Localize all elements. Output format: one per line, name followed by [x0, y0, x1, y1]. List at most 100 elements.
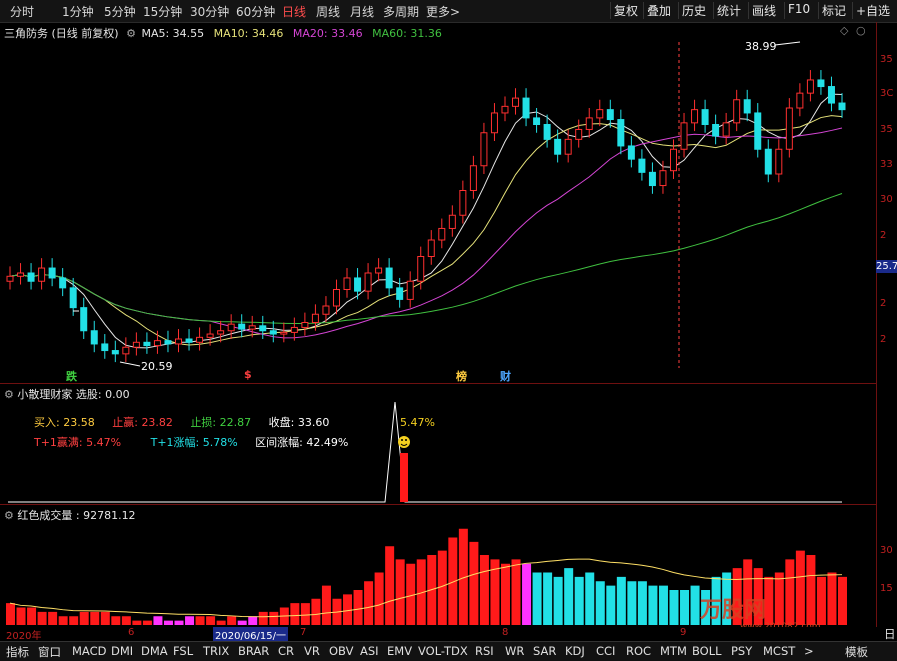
- candle-body: [132, 341, 140, 348]
- volume-bar: [669, 590, 679, 625]
- low-arrow: [119, 361, 141, 367]
- date-label: 8: [502, 627, 509, 638]
- indicator-tab-mtm[interactable]: MTM: [660, 644, 687, 658]
- period-tab-5min[interactable]: 5分钟: [104, 3, 136, 20]
- indicator-tab-emv[interactable]: EMV: [387, 644, 412, 658]
- period-tab-30min[interactable]: 30分钟: [190, 3, 229, 20]
- template-button[interactable]: 模板: [845, 644, 868, 660]
- volume-bar: [532, 572, 542, 625]
- marker-fall[interactable]: 跌: [66, 368, 77, 384]
- indicator-tab-mcst[interactable]: MCST: [763, 644, 795, 658]
- add-watchlist-button[interactable]: +自选: [852, 2, 893, 19]
- volume-bar: [79, 611, 89, 625]
- period-tab-1min[interactable]: 1分钟: [62, 3, 94, 20]
- indicator-tab-trix[interactable]: TRIX: [203, 644, 229, 658]
- candle-body: [48, 267, 56, 279]
- volume-bar: [564, 568, 574, 625]
- stats-button[interactable]: 统计: [713, 2, 744, 19]
- indicator-tab-psy[interactable]: PSY: [731, 644, 752, 658]
- indicator-tab-wr[interactable]: WR: [505, 644, 524, 658]
- volume-bar: [585, 572, 595, 625]
- marker-dollar[interactable]: $: [244, 368, 252, 381]
- date-label: 9: [680, 627, 687, 638]
- panel-divider: [0, 504, 876, 505]
- indicator-tab-cr[interactable]: CR: [278, 644, 294, 658]
- volume-axis-label: 30: [880, 545, 893, 556]
- volume-bar: [374, 572, 384, 625]
- candle-body: [396, 287, 404, 300]
- indicator-tab-vr[interactable]: VR: [304, 644, 320, 658]
- overlay-button[interactable]: 叠加: [643, 2, 674, 19]
- candle-body: [175, 338, 183, 345]
- candle-body: [806, 79, 814, 94]
- indicator-tab-boll[interactable]: BOLL: [692, 644, 722, 658]
- indicator-tab-asi[interactable]: ASI: [360, 644, 379, 658]
- f10-button[interactable]: F10: [784, 2, 813, 19]
- volume-bar: [553, 576, 563, 625]
- marker-rank[interactable]: 榜: [456, 368, 467, 384]
- candle-body: [364, 272, 372, 292]
- volume-bar: [574, 576, 584, 625]
- adjust-button[interactable]: 复权: [610, 2, 641, 19]
- indicator-tab-obv[interactable]: OBV: [329, 644, 353, 658]
- volume-bar: [616, 576, 626, 625]
- period-tab-15min[interactable]: 15分钟: [143, 3, 182, 20]
- period-tab-more[interactable]: 更多>: [426, 3, 460, 20]
- indicator-tab-roc[interactable]: ROC: [626, 644, 651, 658]
- circle-icon[interactable]: ○: [856, 24, 866, 37]
- candle-body: [217, 330, 225, 335]
- chevron-right-icon[interactable]: >: [804, 644, 814, 658]
- volume-bar: [16, 607, 26, 625]
- marker-finance[interactable]: 财: [500, 368, 511, 384]
- volume-bar: [479, 555, 489, 625]
- candle-body: [585, 117, 593, 130]
- candle-body: [817, 79, 825, 88]
- volume-bar: [511, 559, 521, 625]
- history-button[interactable]: 历史: [678, 2, 709, 19]
- indicator-tab-dmi[interactable]: DMI: [111, 644, 133, 658]
- volume-bar: [543, 572, 553, 625]
- indicator-tab-rsi[interactable]: RSI: [475, 644, 494, 658]
- candle-body: [669, 148, 677, 172]
- indicator-tab-macd[interactable]: MACD: [72, 644, 106, 658]
- candle-body: [80, 307, 88, 332]
- volume-bar: [522, 563, 532, 625]
- indicator-tab[interactable]: 指标: [6, 644, 29, 660]
- candle-body: [332, 289, 340, 307]
- candle-body: [490, 112, 498, 134]
- indicator-tab-dma[interactable]: DMA: [141, 644, 168, 658]
- period-tab-daily[interactable]: 日线: [282, 3, 306, 20]
- candle-body: [722, 122, 730, 137]
- volume-bar: [469, 541, 479, 625]
- indicator-tab-cci[interactable]: CCI: [596, 644, 615, 658]
- volume-bar: [364, 581, 374, 625]
- period-tab-multi[interactable]: 多周期: [383, 3, 419, 20]
- draw-line-button[interactable]: 画线: [748, 2, 779, 19]
- indicator-tab-vol-tdx[interactable]: VOL-TDX: [418, 644, 468, 658]
- indicator-tab-kdj[interactable]: KDJ: [565, 644, 585, 658]
- volume-bar: [37, 611, 47, 625]
- diamond-icon[interactable]: ◇: [840, 24, 848, 37]
- volume-bar: [163, 620, 173, 625]
- candle-body: [501, 105, 509, 114]
- period-tab-fenshi[interactable]: 分时: [10, 3, 34, 20]
- candle-body: [627, 145, 635, 160]
- volume-bar: [627, 581, 637, 625]
- candle-body: [469, 165, 477, 191]
- volume-bar: [69, 616, 79, 625]
- period-tab-monthly[interactable]: 月线: [350, 3, 374, 20]
- candlestick-chart[interactable]: [0, 38, 876, 382]
- volume-bar: [785, 559, 795, 625]
- volume-bar: [6, 603, 15, 625]
- window-tab[interactable]: 窗口: [38, 644, 61, 660]
- indicator-tab-fsl[interactable]: FSL: [173, 644, 193, 658]
- period-tab-60min[interactable]: 60分钟: [236, 3, 275, 20]
- period-tab-weekly[interactable]: 周线: [316, 3, 340, 20]
- mark-button[interactable]: 标记: [818, 2, 849, 19]
- indicator-tab-brar[interactable]: BRAR: [238, 644, 269, 658]
- indicator-tab-sar[interactable]: SAR: [533, 644, 556, 658]
- volume-bar: [658, 585, 668, 625]
- date-label: 2020年: [6, 631, 42, 642]
- signal-indicator-chart[interactable]: [0, 398, 876, 504]
- volume-bar: [258, 611, 268, 625]
